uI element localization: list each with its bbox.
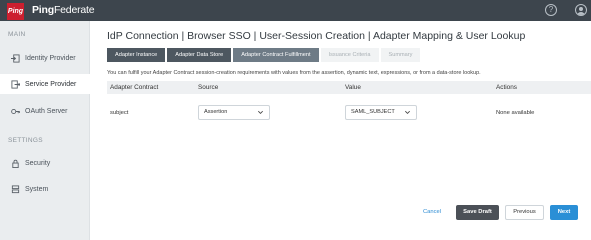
sidebar-item-label: Service Provider xyxy=(25,80,77,88)
sidebar-item-oauth-server[interactable]: OAuth Server xyxy=(0,101,90,121)
oauth-server-icon xyxy=(10,106,20,116)
chevron-down-icon xyxy=(405,110,410,114)
tab-summary: Summary xyxy=(380,48,421,62)
source-select[interactable]: Assertion xyxy=(198,105,270,120)
brand-name-rest: Federate xyxy=(53,4,95,16)
value-select[interactable]: SAML_SUBJECT xyxy=(345,105,417,120)
next-button[interactable]: Next xyxy=(550,205,578,220)
column-header-adapter-contract: Adapter Contract xyxy=(110,84,159,91)
user-icon-head xyxy=(579,7,583,11)
sidebar-item-service-provider[interactable]: Service Provider xyxy=(0,74,92,94)
sidebar-item-identity-provider[interactable]: Identity Provider xyxy=(0,48,90,68)
sidebar-item-label: OAuth Server xyxy=(25,107,68,115)
tab-adapter-contract-fulfillment[interactable]: Adapter Contract Fulfillment xyxy=(233,48,319,62)
tab-adapter-instance[interactable]: Adapter Instance xyxy=(107,48,166,62)
wizard-tabs: Adapter Instance Adapter Data Store Adap… xyxy=(107,48,422,62)
column-header-actions: Actions xyxy=(496,84,517,91)
column-header-source: Source xyxy=(198,84,219,91)
ping-logo[interactable]: Ping xyxy=(7,3,24,20)
actions-cell: None available xyxy=(496,110,535,116)
sidebar-item-label: Identity Provider xyxy=(25,54,76,62)
user-account-icon[interactable] xyxy=(575,4,587,16)
user-icon-body xyxy=(577,12,585,15)
sidebar: MAIN Identity Provider Service Provider … xyxy=(0,21,92,240)
brand-name-bold: Ping xyxy=(32,4,54,16)
save-draft-button[interactable]: Save Draft xyxy=(456,205,499,220)
main-content: IdP Connection | Browser SSO | User-Sess… xyxy=(91,21,591,240)
page-description: You can fulfill your Adapter Contract se… xyxy=(107,70,481,76)
sidebar-item-label: System xyxy=(25,185,49,193)
service-provider-icon xyxy=(10,79,20,89)
cancel-button[interactable]: Cancel xyxy=(417,205,447,220)
identity-provider-icon xyxy=(10,53,20,63)
help-icon[interactable]: ? xyxy=(545,4,557,16)
column-header-value: Value xyxy=(345,84,361,91)
previous-button[interactable]: Previous xyxy=(505,205,544,220)
sidebar-item-system[interactable]: System xyxy=(0,179,90,199)
sidebar-item-security[interactable]: Security xyxy=(0,153,90,173)
security-icon xyxy=(10,158,20,168)
sidebar-section-settings: SETTINGS xyxy=(8,137,43,144)
system-icon xyxy=(10,184,20,194)
tab-issuance-criteria: Issuance Criteria xyxy=(320,48,379,62)
product-name: PingFederate xyxy=(32,4,95,16)
adapter-contract-cell: subject xyxy=(110,110,129,116)
value-select-value: SAML_SUBJECT xyxy=(351,109,395,115)
page-title: IdP Connection | Browser SSO | User-Sess… xyxy=(107,30,526,42)
top-bar: Ping PingFederate ? xyxy=(0,0,591,21)
sidebar-item-label: Security xyxy=(25,159,51,167)
source-select-value: Assertion xyxy=(204,109,228,115)
table-header: Adapter Contract Source Value Actions xyxy=(107,81,591,94)
sidebar-section-main: MAIN xyxy=(8,31,26,38)
tab-adapter-data-store[interactable]: Adapter Data Store xyxy=(167,48,232,62)
chevron-down-icon xyxy=(258,110,263,114)
